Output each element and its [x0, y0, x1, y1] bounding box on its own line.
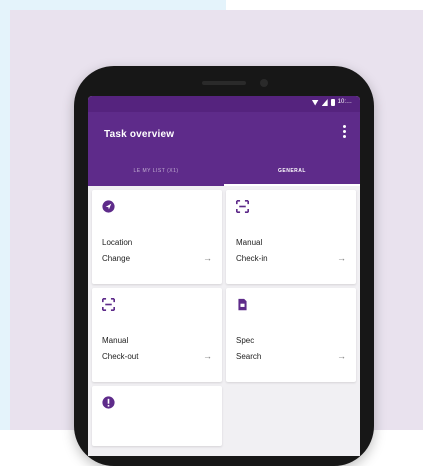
arrow-right-icon: →	[203, 351, 212, 361]
phone-screen: 10:… Task overview LE MY LIST (X1) GENER…	[88, 96, 360, 456]
tab-bar: LE MY LIST (X1) GENERAL	[88, 156, 360, 186]
card-label-line1: Manual	[236, 238, 263, 247]
location-arrow-icon	[102, 200, 115, 213]
card-spec-search[interactable]: Spec Search →	[226, 288, 356, 382]
wifi-icon	[311, 99, 319, 106]
arrow-right-icon: →	[337, 351, 346, 361]
scan-icon	[236, 200, 249, 213]
page-title: Task overview	[104, 128, 175, 140]
card-label-line1: Manual	[102, 336, 129, 345]
card-alert[interactable]	[92, 386, 222, 446]
status-icons: 10:…	[311, 99, 352, 106]
app-bar: Task overview	[88, 112, 360, 156]
card-manual-check-out[interactable]: Manual Check-out →	[92, 288, 222, 382]
phone-frame: 10:… Task overview LE MY LIST (X1) GENER…	[74, 66, 374, 466]
tab-my-list[interactable]: LE MY LIST (X1)	[88, 156, 224, 186]
action-grid: Location Change → Manual Check-in → Manu…	[88, 186, 360, 450]
battery-icon	[330, 99, 335, 106]
card-label-line2: Search	[236, 352, 262, 361]
speaker-grille	[202, 81, 246, 85]
card-label-line2: Check-in	[236, 254, 268, 263]
tab-general[interactable]: GENERAL	[224, 156, 360, 186]
status-time: 10:…	[337, 99, 352, 105]
document-icon	[238, 298, 247, 311]
arrow-right-icon: →	[203, 253, 212, 263]
status-bar: 10:…	[88, 96, 360, 112]
card-location-change[interactable]: Location Change →	[92, 190, 222, 284]
card-manual-check-in[interactable]: Manual Check-in →	[226, 190, 356, 284]
card-label-line2: Check-out	[102, 352, 139, 361]
card-label-line2: Change	[102, 254, 131, 263]
arrow-right-icon: →	[337, 253, 346, 263]
card-label-line1: Spec	[236, 336, 255, 345]
card-label-line1: Location	[102, 238, 133, 247]
signal-icon	[321, 99, 328, 106]
overflow-menu-icon[interactable]	[343, 125, 346, 138]
front-camera	[260, 79, 268, 87]
scan-icon	[102, 298, 115, 311]
alert-icon	[102, 396, 115, 409]
tab-indicator	[224, 184, 360, 186]
